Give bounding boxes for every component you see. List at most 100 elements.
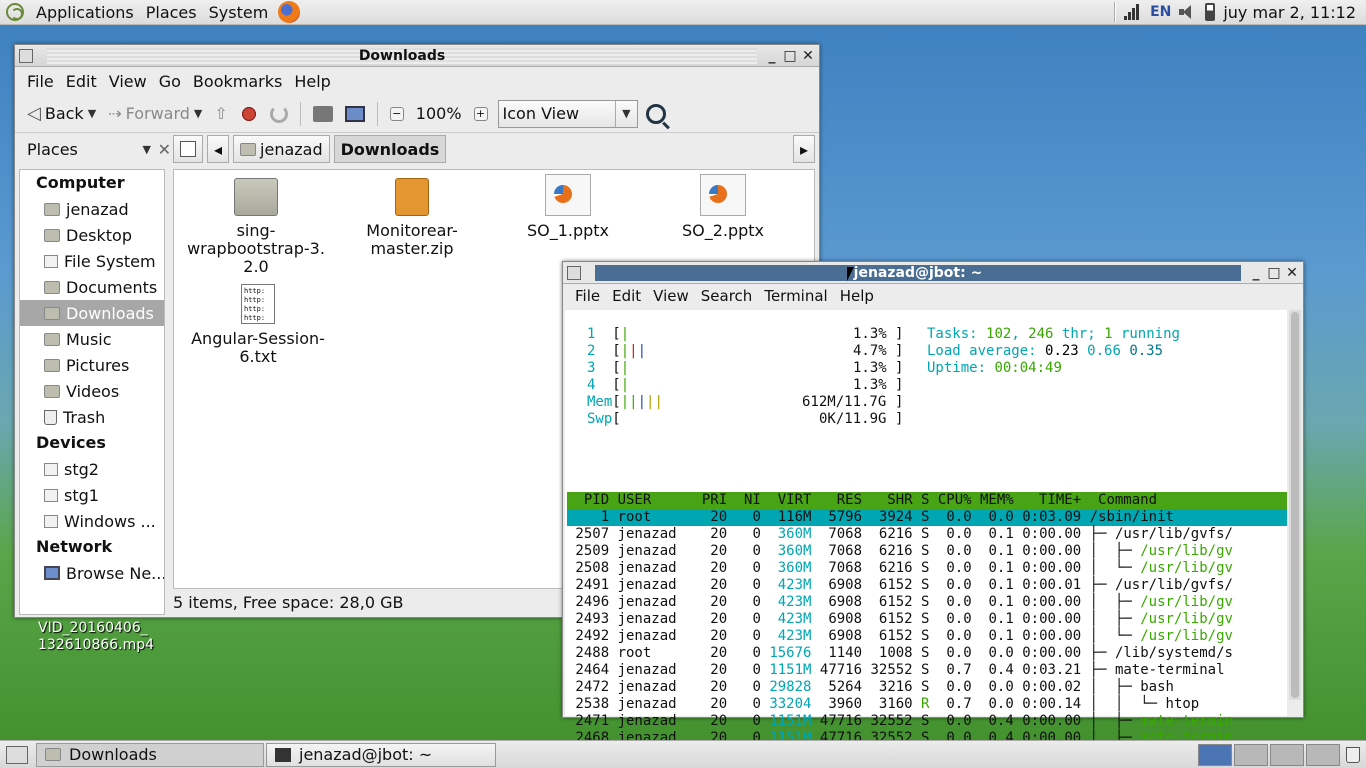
sidebar-item-windows[interactable]: Windows ...: [20, 508, 164, 534]
clock[interactable]: juy mar 2, 11:12: [1223, 3, 1356, 22]
menu-view[interactable]: View: [647, 287, 695, 305]
process-row[interactable]: 2538 jenazad 20 0 33204 3960 3160 R 0.7 …: [567, 696, 1287, 713]
menu-go[interactable]: Go: [153, 72, 187, 91]
maximize-icon[interactable]: □: [783, 49, 797, 63]
file-name-line: master.zip: [370, 239, 454, 258]
chevron-down-icon[interactable]: ▼: [143, 143, 151, 156]
maximize-icon[interactable]: □: [1267, 266, 1281, 280]
file-item[interactable]: SO_1.pptx: [498, 174, 638, 240]
back-button[interactable]: ◁ Back ▼: [21, 103, 102, 124]
sidebar-item-jenazad[interactable]: jenazad: [20, 196, 164, 222]
file-item[interactable]: sing- wrapbootstrap-3. 2.0: [186, 178, 326, 276]
minimize-icon[interactable]: _: [765, 49, 779, 63]
close-icon[interactable]: ✕: [801, 49, 815, 63]
sidebar-item-trash[interactable]: Trash: [20, 404, 164, 430]
toggle-location-button[interactable]: [173, 135, 203, 163]
battery-icon[interactable]: [1205, 3, 1216, 21]
menu-file[interactable]: File: [569, 287, 606, 305]
process-row[interactable]: 2472 jenazad 20 0 29828 5264 3216 S 0.0 …: [567, 679, 1287, 696]
sidebar-item-music[interactable]: Music: [20, 326, 164, 352]
process-row[interactable]: 2492 jenazad 20 0 423M 6908 6152 S 0.0 0…: [567, 628, 1287, 645]
system-menu[interactable]: System: [203, 0, 275, 25]
workspace-3[interactable]: [1270, 743, 1304, 766]
desktop-file-video[interactable]: VID_20160406_ 132610866.mp4: [38, 620, 154, 654]
process-pid: 2496: [567, 594, 618, 610]
sidebar-item-browse-network[interactable]: Browse Ne...: [20, 560, 164, 586]
zoom-out-button[interactable]: −: [384, 106, 410, 121]
taskbar-item-downloads[interactable]: Downloads: [36, 742, 264, 767]
path-scroll-right-button[interactable]: ▸: [792, 135, 815, 163]
trash-applet-icon[interactable]: [1346, 746, 1360, 763]
window-menu-icon[interactable]: [19, 48, 33, 63]
close-sidebar-icon[interactable]: ✕: [158, 140, 171, 159]
places-menu[interactable]: Places: [140, 0, 203, 25]
process-row[interactable]: 2509 jenazad 20 0 360M 7068 6216 S 0.0 0…: [567, 543, 1287, 560]
taskbar-item-terminal[interactable]: jenazad@jbot: ~: [266, 742, 496, 767]
fm-titlebar[interactable]: Downloads _ □ ✕: [15, 45, 819, 67]
menu-edit[interactable]: Edit: [60, 72, 103, 91]
menu-search[interactable]: Search: [695, 287, 759, 305]
process-row[interactable]: 2471 jenazad 20 0 1151M 47716 32552 S 0.…: [567, 713, 1287, 730]
menu-bookmarks[interactable]: Bookmarks: [187, 72, 288, 91]
stop-button[interactable]: [234, 104, 264, 123]
computer-button[interactable]: [339, 105, 371, 122]
file-item[interactable]: http: http: http: http: Angular-Session- 6.…: [188, 284, 328, 366]
menu-edit[interactable]: Edit: [606, 287, 647, 305]
process-row[interactable]: 1 root 20 0 116M 5796 3924 S 0.0 0.0 0:0…: [567, 509, 1287, 526]
process-row[interactable]: 2488 root 20 0 15676 1140 1008 S 0.0 0.0…: [567, 645, 1287, 662]
workspace-4[interactable]: [1306, 743, 1340, 766]
menu-view[interactable]: View: [103, 72, 153, 91]
terminal-titlebar[interactable]: jenazad@jbot: ~ _ □ ✕: [563, 262, 1303, 284]
file-item[interactable]: SO_2.pptx: [653, 174, 793, 240]
sidebar-item-file-system[interactable]: File System: [20, 248, 164, 274]
volume-icon[interactable]: [1179, 4, 1197, 20]
sidebar-item-documents[interactable]: Documents: [20, 274, 164, 300]
file-item[interactable]: Monitorear- master.zip: [342, 178, 482, 258]
breadcrumb-downloads[interactable]: Downloads: [333, 135, 447, 163]
forward-history-dropdown-icon[interactable]: ▼: [194, 107, 202, 120]
minimize-icon[interactable]: _: [1249, 266, 1263, 280]
sidebar-item-stg1[interactable]: stg1: [20, 482, 164, 508]
forward-button[interactable]: ⇢ Forward ▼: [102, 104, 208, 123]
mate-logo-icon[interactable]: [6, 3, 24, 21]
breadcrumb-jenazad[interactable]: jenazad: [233, 135, 330, 163]
zoom-in-button[interactable]: +: [468, 106, 494, 121]
menu-help[interactable]: Help: [834, 287, 880, 305]
workspace-1[interactable]: [1198, 743, 1232, 766]
sidebar-item-videos[interactable]: Videos: [20, 378, 164, 404]
zoom-level[interactable]: 100%: [410, 104, 468, 123]
menu-file[interactable]: File: [21, 72, 60, 91]
applications-menu[interactable]: Applications: [30, 0, 140, 25]
sidebar-item-desktop[interactable]: Desktop: [20, 222, 164, 248]
window-menu-icon[interactable]: [567, 265, 581, 280]
process-row[interactable]: 2491 jenazad 20 0 423M 6908 6152 S 0.0 0…: [567, 577, 1287, 594]
network-signal-icon[interactable]: [1124, 4, 1142, 20]
process-pid: 2471: [567, 713, 618, 729]
path-scroll-left-button[interactable]: ◂: [207, 135, 230, 163]
search-icon[interactable]: [645, 103, 666, 124]
close-icon[interactable]: ✕: [1285, 266, 1299, 280]
sidebar-item-downloads[interactable]: Downloads: [20, 300, 164, 326]
menu-help[interactable]: Help: [288, 72, 336, 91]
show-desktop-icon[interactable]: [6, 745, 28, 764]
process-row[interactable]: 2464 jenazad 20 0 1151M 47716 32552 S 0.…: [567, 662, 1287, 679]
sidebar-type-select[interactable]: Places: [27, 140, 78, 159]
view-mode-select[interactable]: Icon View ▼: [497, 99, 638, 128]
menu-terminal[interactable]: Terminal: [758, 287, 833, 305]
process-row[interactable]: 2508 jenazad 20 0 360M 7068 6216 S 0.0 0…: [567, 560, 1287, 577]
up-button[interactable]: ⇧: [208, 104, 233, 123]
back-history-dropdown-icon[interactable]: ▼: [88, 107, 96, 120]
process-row[interactable]: 2507 jenazad 20 0 360M 7068 6216 S 0.0 0…: [567, 526, 1287, 543]
home-button[interactable]: [307, 105, 339, 122]
workspace-2[interactable]: [1234, 743, 1268, 766]
process-row[interactable]: 2496 jenazad 20 0 423M 6908 6152 S 0.0 0…: [567, 594, 1287, 611]
keyboard-layout-indicator[interactable]: EN: [1150, 4, 1171, 20]
process-table-header[interactable]: PID USER PRI NI VIRT RES SHR S CPU% MEM%…: [567, 492, 1287, 509]
sidebar-item-pictures[interactable]: Pictures: [20, 352, 164, 378]
terminal-scrollbar[interactable]: [1289, 310, 1301, 700]
reload-button[interactable]: [264, 104, 294, 123]
terminal-screen[interactable]: 1 [| 1.3% ] 2 [||| 4.7% ] 3 [| 1.3% ] 4 …: [565, 310, 1287, 762]
process-row[interactable]: 2493 jenazad 20 0 423M 6908 6152 S 0.0 0…: [567, 611, 1287, 628]
sidebar-item-stg2[interactable]: stg2: [20, 456, 164, 482]
firefox-icon[interactable]: [278, 1, 301, 23]
